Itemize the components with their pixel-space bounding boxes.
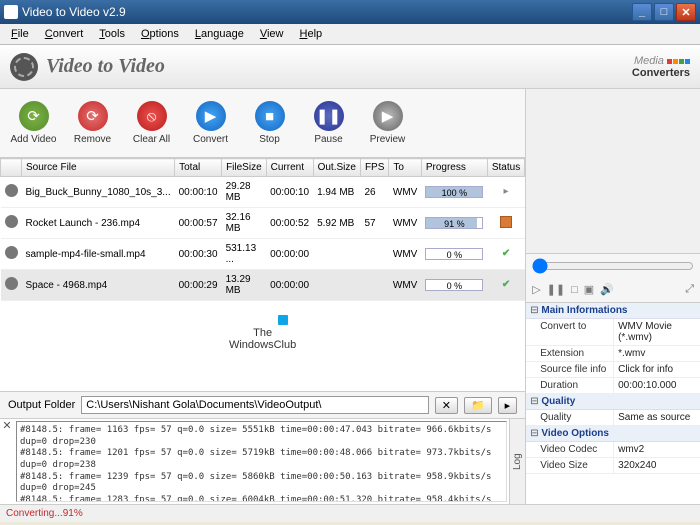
output-folder-input[interactable]: [81, 396, 428, 414]
status-ready-icon: ✔: [500, 279, 512, 291]
property-row[interactable]: Duration00:00:10.000: [526, 378, 700, 394]
menubar: FileConvertToolsOptionsLanguageViewHelp: [0, 24, 700, 45]
clear-all-icon: ⦸: [137, 101, 167, 131]
snapshot-icon[interactable]: ▣: [584, 283, 594, 296]
minimize-button[interactable]: _: [632, 3, 652, 21]
output-clear-button[interactable]: ✕: [435, 397, 458, 414]
menu-tools[interactable]: Tools: [92, 26, 132, 42]
progress-bar: 0 %: [425, 279, 483, 291]
film-reel-icon: [10, 53, 38, 81]
toolbar-label: Pause: [314, 134, 342, 145]
brand-logo: Media Converters: [632, 55, 690, 79]
menu-convert[interactable]: Convert: [38, 26, 91, 42]
log-tab[interactable]: Log: [509, 419, 525, 504]
property-row[interactable]: Video Size320x240: [526, 458, 700, 474]
status-busy-icon: [500, 216, 512, 228]
stop-icon: ■: [255, 101, 285, 131]
table-row[interactable]: sample-mp4-file-small.mp400:00:30531.13 …: [1, 239, 525, 270]
property-category[interactable]: Quality: [526, 394, 700, 410]
table-row[interactable]: Big_Buck_Bunny_1080_10s_3...00:00:1029.2…: [1, 177, 525, 208]
pause-icon: ❚❚: [314, 101, 344, 131]
watermark: The WindowsClub: [0, 301, 525, 365]
pause-button[interactable]: ❚❚ Pause: [301, 95, 356, 151]
add-video-icon: ⟳: [19, 101, 49, 131]
output-row: Output Folder ✕ 📁 ▸: [0, 391, 525, 418]
log-close-button[interactable]: ✕: [0, 419, 14, 504]
property-category[interactable]: Main Informations: [526, 303, 700, 319]
preview-pane: [526, 89, 700, 254]
play-icon[interactable]: ▷: [532, 283, 540, 296]
titlebar[interactable]: Video to Video v2.9 _ □ ✕: [0, 0, 700, 24]
convert-icon: ▶: [196, 101, 226, 131]
main-toolbar: ⟳ Add Video ⟳ Remove ⦸ Clear All ▶ Convert ■ Stop…: [0, 89, 525, 158]
property-row[interactable]: Extension*.wmv: [526, 346, 700, 362]
status-done-icon: ▸: [500, 186, 512, 198]
toolbar-label: Convert: [193, 134, 228, 145]
menu-file[interactable]: File: [4, 26, 36, 42]
toolbar-label: Clear All: [133, 134, 170, 145]
table-row[interactable]: Space - 4968.mp400:00:2913.29 MB00:00:00…: [1, 270, 525, 301]
file-type-icon: [5, 215, 18, 228]
toolbar-label: Remove: [74, 134, 111, 145]
remove-button[interactable]: ⟳ Remove: [65, 95, 120, 151]
table-row[interactable]: Rocket Launch - 236.mp400:00:5732.16 MB0…: [1, 208, 525, 239]
stop-button[interactable]: ■ Stop: [242, 95, 297, 151]
clear-all-button[interactable]: ⦸ Clear All: [124, 95, 179, 151]
property-row[interactable]: Source file infoClick for info: [526, 362, 700, 378]
file-type-icon: [5, 246, 18, 259]
properties-grid: Main InformationsConvert toWMV Movie (*.…: [526, 303, 700, 504]
progress-bar: 91 %: [425, 217, 483, 229]
property-row[interactable]: Convert toWMV Movie (*.wmv): [526, 319, 700, 346]
preview-icon: ▶: [373, 101, 403, 131]
column-header[interactable]: Status: [487, 159, 524, 177]
output-open-button[interactable]: ▸: [498, 397, 518, 414]
column-header[interactable]: Out.Size: [313, 159, 360, 177]
column-header[interactable]: Progress: [421, 159, 487, 177]
add-video-button[interactable]: ⟳ Add Video: [6, 95, 61, 151]
output-browse-button[interactable]: 📁: [464, 397, 492, 414]
status-ready-icon: ✔: [500, 248, 512, 260]
window-title: Video to Video v2.9: [22, 5, 126, 19]
toolbar-label: Preview: [370, 134, 406, 145]
maximize-button[interactable]: □: [654, 3, 674, 21]
column-header[interactable]: FPS: [360, 159, 388, 177]
preview-slider-row: [526, 254, 700, 281]
app-title: Video to Video: [46, 55, 165, 78]
app-icon: [4, 5, 18, 19]
progress-bar: 0 %: [425, 248, 483, 260]
column-header[interactable]: FileSize: [222, 159, 267, 177]
close-button[interactable]: ✕: [676, 3, 696, 21]
menu-view[interactable]: View: [253, 26, 291, 42]
column-header[interactable]: Current: [266, 159, 313, 177]
log-output[interactable]: #8148.5: frame= 1163 fps= 57 q=0.0 size=…: [16, 421, 507, 502]
status-bar: Converting...91%: [0, 504, 700, 522]
pause-small-icon[interactable]: ❚❚: [547, 283, 565, 296]
toolbar-label: Add Video: [11, 134, 57, 145]
column-header[interactable]: Source File: [22, 159, 175, 177]
column-header[interactable]: [1, 159, 22, 177]
menu-language[interactable]: Language: [188, 26, 251, 42]
column-header[interactable]: Total: [175, 159, 222, 177]
preview-seek-slider[interactable]: [532, 258, 694, 274]
column-header[interactable]: To: [389, 159, 421, 177]
file-type-icon: [5, 184, 18, 197]
file-table: Source FileTotalFileSizeCurrentOut.SizeF…: [0, 158, 525, 301]
stop-small-icon[interactable]: □: [571, 284, 578, 296]
status-text: Converting...91%: [6, 508, 83, 519]
property-row[interactable]: Video Codecwmv2: [526, 442, 700, 458]
progress-bar: 100 %: [425, 186, 483, 198]
preview-button[interactable]: ▶ Preview: [360, 95, 415, 151]
menu-options[interactable]: Options: [134, 26, 186, 42]
volume-icon[interactable]: 🔊: [600, 283, 614, 296]
file-type-icon: [5, 277, 18, 290]
remove-icon: ⟳: [78, 101, 108, 131]
property-category[interactable]: Video Options: [526, 426, 700, 442]
app-header: Video to Video Media Converters: [0, 45, 700, 89]
menu-help[interactable]: Help: [293, 26, 330, 42]
output-label: Output Folder: [8, 399, 75, 411]
convert-button[interactable]: ▶ Convert: [183, 95, 238, 151]
property-row[interactable]: QualitySame as source: [526, 410, 700, 426]
toolbar-label: Stop: [259, 134, 280, 145]
expand-icon[interactable]: ⤢: [685, 283, 694, 296]
